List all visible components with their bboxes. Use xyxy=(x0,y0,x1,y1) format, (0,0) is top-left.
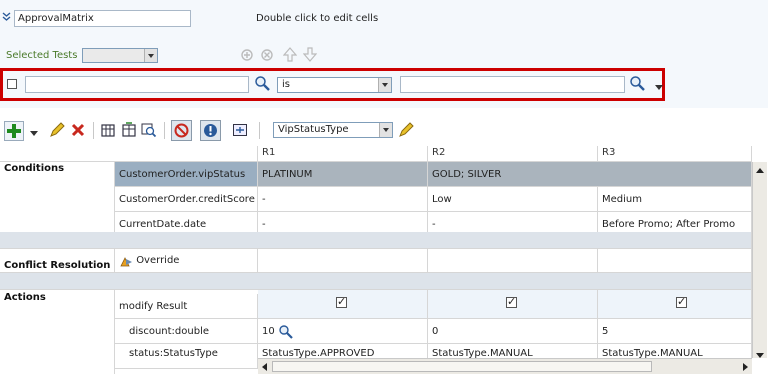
conflict-section-label: Conflict Resolution xyxy=(0,249,115,273)
action-cell[interactable]: 5 xyxy=(598,319,752,344)
action-label-modify[interactable]: modify Result xyxy=(115,294,258,319)
condition-cell[interactable]: Low xyxy=(428,187,598,212)
action-check-cell[interactable] xyxy=(598,290,752,319)
edit-pencil-icon[interactable] xyxy=(49,122,65,138)
add-icon[interactable] xyxy=(4,121,24,141)
conflict-warning-icon[interactable] xyxy=(200,120,221,141)
toolbar-separator xyxy=(259,122,260,139)
condition-cell[interactable]: - xyxy=(258,187,428,212)
scroll-thumb[interactable] xyxy=(272,361,652,372)
action-value: 10 xyxy=(262,326,275,337)
action-check-cell[interactable] xyxy=(258,290,428,319)
find-gaps-icon[interactable] xyxy=(141,122,157,138)
action-label-status[interactable]: status:StatusType xyxy=(115,344,258,369)
split-table-icon[interactable] xyxy=(100,122,116,138)
action-checkbox[interactable] xyxy=(506,295,517,308)
filter-right-input[interactable] xyxy=(400,76,625,93)
section-divider xyxy=(0,273,752,290)
condition-label-creditscore[interactable]: CustomerOrder.creditScore xyxy=(115,187,258,212)
scroll-down-arrow-icon[interactable] xyxy=(756,350,764,358)
section-divider xyxy=(0,232,752,249)
override-cell[interactable]: Override xyxy=(115,249,258,273)
bucketset-select[interactable]: VipStatusType xyxy=(273,122,393,138)
condition-cell[interactable]: PLATINUM xyxy=(258,162,428,187)
action-cell[interactable]: 0 xyxy=(428,319,598,344)
decision-table: R1 R2 R3 Conditions CustomerOrder.vipSta… xyxy=(0,146,768,374)
filter-operator-select[interactable]: is xyxy=(277,77,392,93)
column-header[interactable]: R2 xyxy=(428,146,598,162)
override-label: Override xyxy=(136,255,180,266)
conflict-cell[interactable] xyxy=(428,249,598,273)
toolbar: VipStatusType xyxy=(0,118,768,144)
search-icon[interactable] xyxy=(629,75,646,92)
conflict-cell[interactable] xyxy=(598,249,752,273)
horizontal-scrollbar[interactable] xyxy=(258,358,752,374)
condition-cell[interactable]: Medium xyxy=(598,187,752,212)
scroll-left-arrow-icon[interactable] xyxy=(262,363,267,371)
condition-cell[interactable] xyxy=(598,162,752,187)
corner-header-cell xyxy=(0,146,258,162)
override-icon xyxy=(119,254,133,267)
bucketset-value: VipStatusType xyxy=(278,124,349,135)
condition-cell[interactable]: GOLD; SILVER xyxy=(428,162,598,187)
add-menu-chevron-icon[interactable] xyxy=(30,128,38,136)
filter-operator-value: is xyxy=(282,79,290,90)
collapse-chevron-icon[interactable] xyxy=(2,12,11,22)
actions-section-label: Actions xyxy=(0,290,115,374)
action-cell[interactable]: 10 xyxy=(258,319,428,344)
filter-checkbox[interactable] xyxy=(7,79,17,89)
column-header[interactable]: R1 xyxy=(258,146,428,162)
move-up-icon[interactable] xyxy=(282,47,298,62)
compact-table-icon[interactable] xyxy=(232,122,248,138)
action-param-label: discount:double xyxy=(129,326,209,337)
column-header[interactable]: R3 xyxy=(598,146,752,162)
filter-options-chevron-icon[interactable] xyxy=(655,82,663,90)
action-check-cell[interactable] xyxy=(428,290,598,319)
action-checkbox[interactable] xyxy=(676,295,687,308)
filter-left-input[interactable] xyxy=(25,76,249,93)
edit-hint: Double click to edit cells xyxy=(256,13,379,24)
add-test-icon[interactable] xyxy=(240,48,254,62)
selected-tests-select[interactable] xyxy=(82,48,158,63)
decision-table-name-input[interactable] xyxy=(14,10,191,27)
scroll-right-arrow-icon[interactable] xyxy=(743,363,748,371)
conflict-cell[interactable] xyxy=(258,249,428,273)
toolbar-separator xyxy=(93,122,94,139)
action-label-discount[interactable]: discount:double xyxy=(115,319,258,344)
disable-rule-icon[interactable] xyxy=(171,120,192,141)
toolbar-separator xyxy=(164,122,165,139)
delete-icon[interactable] xyxy=(70,122,86,138)
move-down-icon[interactable] xyxy=(302,47,318,62)
vertical-scrollbar[interactable] xyxy=(752,162,767,358)
search-icon[interactable] xyxy=(278,324,293,339)
conditions-section-label: Conditions xyxy=(0,162,115,237)
edit-bucketset-pencil-icon[interactable] xyxy=(398,122,414,138)
search-icon[interactable] xyxy=(254,75,271,92)
scroll-up-arrow-icon[interactable] xyxy=(756,165,764,173)
merge-table-icon[interactable] xyxy=(121,122,137,138)
condition-label-vipstatus[interactable]: CustomerOrder.vipStatus xyxy=(115,162,258,187)
action-checkbox[interactable] xyxy=(336,295,347,308)
remove-test-icon[interactable] xyxy=(260,48,274,62)
selected-tests-label: Selected Tests xyxy=(6,50,78,61)
action-param-label: status:StatusType xyxy=(129,348,218,359)
